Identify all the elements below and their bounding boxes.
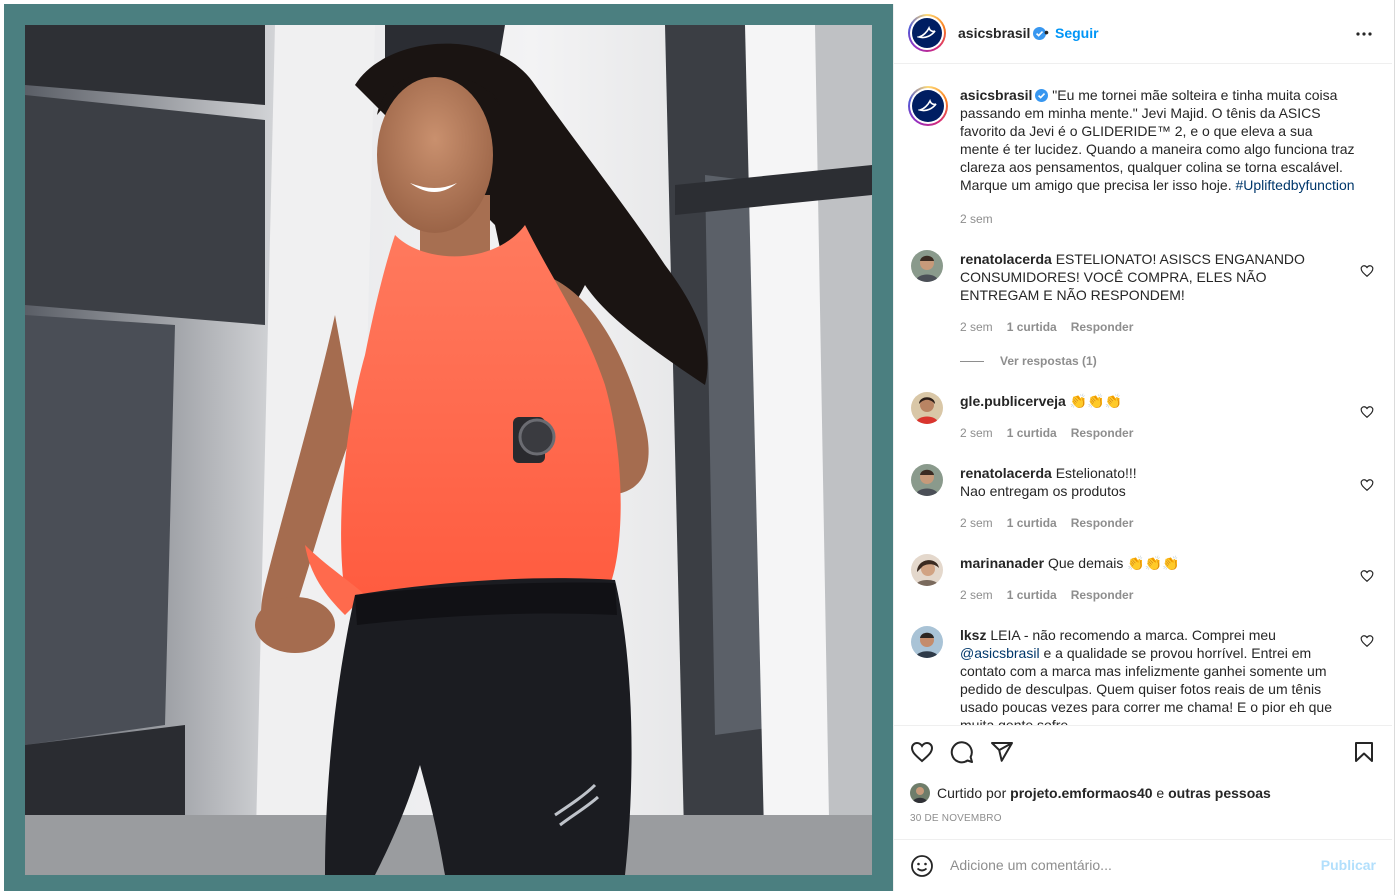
comment-likes[interactable]: 1 curtida	[1007, 426, 1057, 440]
replies-divider	[960, 361, 984, 363]
post-actions: Curtido por projeto.emformaos40 e outras…	[894, 725, 1392, 855]
comment-body: Que demais 👏👏👏	[1047, 555, 1180, 571]
emoji-icon[interactable]	[910, 854, 934, 878]
reply-button[interactable]: Responder	[1071, 320, 1134, 334]
comment-username[interactable]: lksz	[960, 627, 986, 643]
post-date[interactable]: 30 DE NOVEMBRO	[910, 813, 1002, 824]
comment-icon[interactable]	[950, 740, 974, 764]
runner-photo-illustration	[25, 25, 872, 875]
comment-username[interactable]: gle.publicerveja	[960, 393, 1066, 409]
comment-body: LEIA - não recomendo a marca. Comprei me…	[990, 627, 1276, 643]
liked-by-user[interactable]: projeto.emformaos40	[1010, 785, 1152, 801]
commenter-avatar[interactable]	[911, 554, 943, 586]
comment-text: lksz LEIA - não recomendo a marca. Compr…	[960, 626, 1340, 725]
post-photo-frame	[4, 4, 893, 891]
separator-dot: •	[1044, 24, 1049, 40]
verified-badge-icon	[1035, 89, 1049, 102]
post-photo[interactable]	[25, 25, 872, 875]
comment-text: renatolacerda ESTELIONATO! ASISCS ENGANA…	[960, 250, 1340, 304]
comment-time[interactable]: 2 sem	[960, 426, 993, 440]
liked-by: Curtido por projeto.emformaos40 e outras…	[910, 783, 1271, 803]
comment-body: 👏👏👏	[1069, 393, 1123, 409]
comment-likes[interactable]: 1 curtida	[1007, 588, 1057, 602]
comment-body-line2: Nao entregam os produtos	[960, 483, 1126, 499]
comment-input[interactable]: Adicione um comentário...	[950, 857, 1112, 873]
comment-text: marinanader Que demais 👏👏👏	[960, 554, 1340, 572]
reply-button[interactable]: Responder	[1071, 426, 1134, 440]
comment-like-heart-icon[interactable]	[1360, 264, 1374, 278]
asics-logo-icon	[912, 18, 942, 48]
caption-text: asicsbrasil "Eu me tornei mãe solteira e…	[960, 86, 1355, 194]
asics-logo-icon	[912, 90, 944, 122]
comment-like-heart-icon[interactable]	[1360, 569, 1374, 583]
commenter-avatar[interactable]	[911, 392, 943, 424]
instagram-post-modal: asicsbrasil • Seguir asicsbrasil "Eu me …	[0, 0, 1395, 895]
commenter-avatar[interactable]	[911, 464, 943, 496]
commenter-avatar[interactable]	[911, 626, 943, 658]
comment-like-heart-icon[interactable]	[1360, 634, 1374, 648]
caption-time[interactable]: 2 sem	[960, 212, 993, 226]
caption-username[interactable]: asicsbrasil	[960, 87, 1032, 103]
liked-by-others[interactable]: outras pessoas	[1168, 785, 1271, 801]
heart-icon[interactable]	[910, 740, 934, 764]
publish-button[interactable]: Publicar	[1321, 857, 1376, 873]
follow-button[interactable]: Seguir	[1055, 25, 1099, 41]
reply-button[interactable]: Responder	[1071, 516, 1134, 530]
comment-text: renatolacerda Estelionato!!! Nao entrega…	[960, 464, 1340, 500]
comment-meta: 2 sem 1 curtida Responder	[960, 588, 1147, 602]
post-side-panel: asicsbrasil • Seguir asicsbrasil "Eu me …	[893, 4, 1392, 891]
reply-button[interactable]: Responder	[1071, 588, 1134, 602]
liked-by-prefix: Curtido por	[937, 785, 1007, 801]
view-replies-label: Ver respostas (1)	[1000, 354, 1097, 368]
bookmark-icon[interactable]	[1352, 740, 1376, 764]
caption-meta: 2 sem	[960, 212, 1007, 226]
comment-meta: 2 sem 1 curtida Responder	[960, 426, 1147, 440]
comment-username[interactable]: marinanader	[960, 555, 1044, 571]
add-comment-bar: Adicione um comentário... Publicar	[894, 839, 1392, 891]
comment-like-heart-icon[interactable]	[1360, 478, 1374, 492]
author-avatar[interactable]	[908, 14, 946, 52]
comment-mention[interactable]: @asicsbrasil	[960, 645, 1040, 661]
comment-username[interactable]: renatolacerda	[960, 251, 1052, 267]
comments-list[interactable]: asicsbrasil "Eu me tornei mãe solteira e…	[894, 65, 1392, 725]
comment-text: gle.publicerveja 👏👏👏	[960, 392, 1340, 410]
share-icon[interactable]	[990, 740, 1014, 764]
caption-hashtag[interactable]: #Upliftedbyfunction	[1235, 177, 1354, 193]
comment-body: Estelionato!!!	[1055, 465, 1137, 481]
view-replies-button[interactable]: Ver respostas (1)	[960, 354, 1097, 368]
comment-time[interactable]: 2 sem	[960, 320, 993, 334]
comment-likes[interactable]: 1 curtida	[1007, 516, 1057, 530]
commenter-avatar[interactable]	[911, 250, 943, 282]
comment-like-heart-icon[interactable]	[1360, 405, 1374, 419]
comment-likes[interactable]: 1 curtida	[1007, 320, 1057, 334]
comment-username[interactable]: renatolacerda	[960, 465, 1052, 481]
author-username[interactable]: asicsbrasil	[958, 25, 1047, 41]
comment-time[interactable]: 2 sem	[960, 588, 993, 602]
comment-meta: 2 sem 1 curtida Responder	[960, 320, 1147, 334]
caption-avatar[interactable]	[908, 86, 948, 126]
post-header: asicsbrasil • Seguir	[894, 4, 1392, 64]
comment-meta: 2 sem 1 curtida Responder	[960, 516, 1147, 530]
comment-time[interactable]: 2 sem	[960, 516, 993, 530]
more-options-icon[interactable]	[1352, 22, 1376, 46]
liker-avatar[interactable]	[910, 783, 930, 803]
liked-by-conj: e	[1156, 785, 1165, 801]
